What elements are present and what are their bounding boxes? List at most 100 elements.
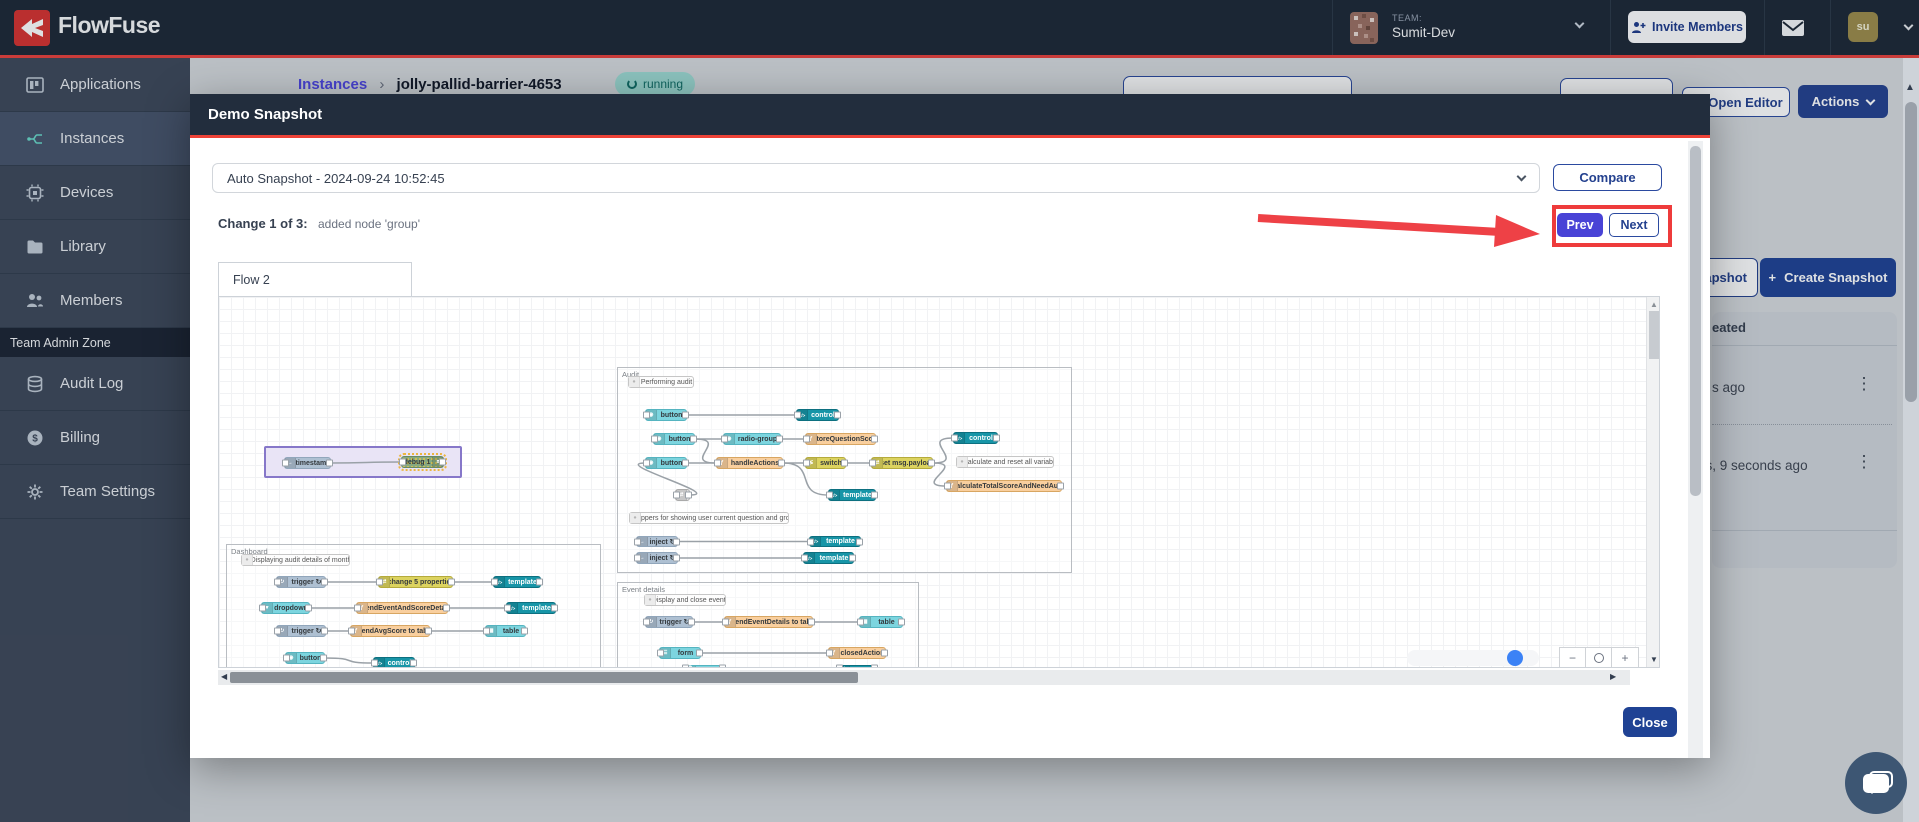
flow-zoom-slider[interactable]: [1407, 650, 1539, 666]
control-node-icon: </>: [374, 658, 385, 667]
flow-node-label: button: [668, 435, 691, 443]
flow-node-label: closedAction: [840, 649, 885, 657]
flow-node-storequestionscore: ƒstoreQuestionScore: [805, 433, 876, 445]
flow-node-control: </> control: [796, 409, 839, 421]
flow-node-handleactions: ƒ handleActions: [716, 457, 783, 469]
dialog-header: Demo Snapshot: [190, 94, 1710, 138]
flow-node-label: template: [508, 578, 537, 586]
flow-node-label: table: [878, 618, 895, 626]
flow-node-trigger-: ↻ trigger ↻: [276, 576, 326, 588]
zoom-in-button[interactable]: +: [1612, 648, 1638, 667]
canvas-vertical-scrollbar[interactable]: ▲ ▼: [1646, 297, 1659, 667]
change-node-icon: ⇄: [872, 458, 883, 468]
comment-node-icon: ●: [630, 513, 641, 523]
table-node-icon: ▦: [860, 617, 871, 627]
button-node-icon: ◉: [646, 458, 657, 468]
function-node-icon: ƒ: [725, 617, 736, 627]
scroll-up-arrow-icon[interactable]: ▲: [1905, 82, 1915, 93]
flow-node-label: change 5 properties: [390, 578, 452, 586]
flow-node-label: button: [660, 411, 683, 419]
flow-node-control: </> control: [373, 657, 415, 667]
flow-node-label: switch: [820, 459, 842, 467]
template-node-icon: </>: [839, 666, 850, 667]
canvas-vscroll-thumb[interactable]: [1649, 311, 1659, 359]
select-chevron-icon: [1516, 171, 1527, 182]
scroll-right-arrow-icon[interactable]: ▶: [1610, 672, 1616, 681]
template-node-icon: </>: [829, 490, 840, 500]
close-button[interactable]: Close: [1623, 707, 1677, 737]
scroll-up-arrow-icon[interactable]: ▲: [1650, 300, 1658, 309]
flow-node-radio-group: ◉ radio-group: [723, 433, 781, 445]
flow-node-label: template: [819, 554, 849, 562]
function-node-icon: ƒ: [357, 603, 368, 613]
flow-node-label: Display and close events: [656, 596, 725, 604]
trigger-node-icon: ↻: [277, 626, 288, 636]
snapshot-select[interactable]: Auto Snapshot - 2024-09-24 10:52:45: [212, 163, 1540, 193]
page-scrollbar[interactable]: ▲: [1903, 58, 1919, 822]
flow-node-label: control: [811, 411, 835, 419]
flow-node-template: </> template: [803, 552, 854, 564]
button-node-icon: ◉: [654, 434, 665, 444]
prev-button[interactable]: Prev: [1557, 213, 1603, 237]
flow-node-lnk: ⇄: [675, 489, 690, 501]
comment-node-icon: ●: [957, 457, 968, 467]
scroll-down-arrow-icon[interactable]: ▼: [1650, 655, 1658, 664]
flow-node-calculatetotalscoreandneedaudit: ƒ calculateTotalScoreAndNeedAudit: [946, 480, 1062, 492]
flow-node-displaying-audit-details-of-month: ● Displaying audit details of month: [241, 554, 350, 566]
zoom-reset-button[interactable]: [1586, 648, 1612, 667]
function-node-icon: ƒ: [717, 458, 728, 468]
dialog-scrollbar-thumb[interactable]: [1690, 146, 1701, 496]
flow-node-label: table: [502, 627, 520, 635]
page-scrollbar-thumb[interactable]: [1905, 102, 1917, 402]
canvas-horizontal-scrollbar[interactable]: ◀ ▶: [218, 670, 1630, 685]
flow-node-label: control: [387, 659, 412, 667]
flow-node-label: trigger ↻: [291, 628, 322, 635]
zoom-out-button[interactable]: −: [1560, 648, 1586, 667]
form-node-icon: ☰: [660, 648, 671, 658]
switch-node-icon: ≶: [806, 458, 817, 468]
flow-node-timestamp: → timestamp: [284, 457, 331, 469]
flow-node-form: ☰ form: [659, 647, 701, 659]
comment-node-icon: ●: [629, 377, 640, 387]
dialog-scrollbar[interactable]: [1688, 141, 1703, 758]
flow-node-steppers-for-showing-user-current-question-and-group: ●steppers for showing user current quest…: [629, 512, 789, 524]
flow-node-button: ◉ button: [653, 433, 695, 445]
flow-node-label: Calculate and reset all variable: [968, 458, 1053, 466]
flow-node-label: inject ↻: [649, 555, 676, 562]
flow-node-template: </> template: [493, 576, 541, 588]
flow-node-label: template: [522, 604, 551, 612]
flow-node-set-msg-payload: ⇄set msg.payload: [871, 457, 933, 469]
flow-node-label: inject ↻: [649, 538, 676, 546]
flow-node-pb: ◉: [684, 665, 724, 667]
flow-node-label: set msg.payload: [883, 459, 932, 467]
function-node-icon: ƒ: [351, 626, 362, 636]
flow-zoom-controls: − +: [1559, 647, 1639, 667]
flow-node-sendeventandscoredetails: ƒsendEventAndScoreDetails: [356, 602, 448, 614]
flow-node-template: </> template: [809, 536, 861, 547]
compare-label: Compare: [1579, 170, 1636, 185]
compare-button[interactable]: Compare: [1553, 164, 1662, 191]
change-counter: Change 1 of 3:: [218, 216, 308, 231]
canvas-hscroll-thumb[interactable]: [230, 672, 858, 683]
scroll-left-arrow-icon[interactable]: ◀: [221, 672, 227, 681]
button-node-icon: ◉: [286, 653, 297, 663]
flow-node-inject-: → inject ↻: [636, 536, 678, 547]
button-node-icon: ◉: [646, 410, 657, 420]
flow-node-display-and-close-events: ●Display and close events: [644, 594, 726, 606]
next-button[interactable]: Next: [1609, 213, 1659, 237]
flow-node-table: ▦ table: [859, 616, 903, 628]
flow-zoom-slider-thumb[interactable]: [1507, 650, 1523, 666]
flow-canvas[interactable]: Audit Dashboard Event details → timestamp ¤ d…: [218, 296, 1660, 668]
chat-widget-button[interactable]: [1845, 752, 1907, 814]
next-label: Next: [1620, 218, 1648, 232]
flow-node-label: dropdown: [274, 604, 308, 612]
flow-node-label: trigger ↻: [291, 579, 322, 586]
flow-node-label: button: [299, 654, 322, 662]
tab-flow-2[interactable]: Flow 2: [218, 262, 412, 297]
control-node-icon: </>: [954, 433, 965, 443]
flow-node-label: button: [660, 459, 683, 467]
flow-node-label: Displaying audit details of month: [253, 556, 349, 564]
flow-node-template: </> template: [828, 489, 876, 501]
comment-node-icon: ●: [645, 595, 656, 605]
zoom-reset-icon: [1593, 653, 1604, 663]
